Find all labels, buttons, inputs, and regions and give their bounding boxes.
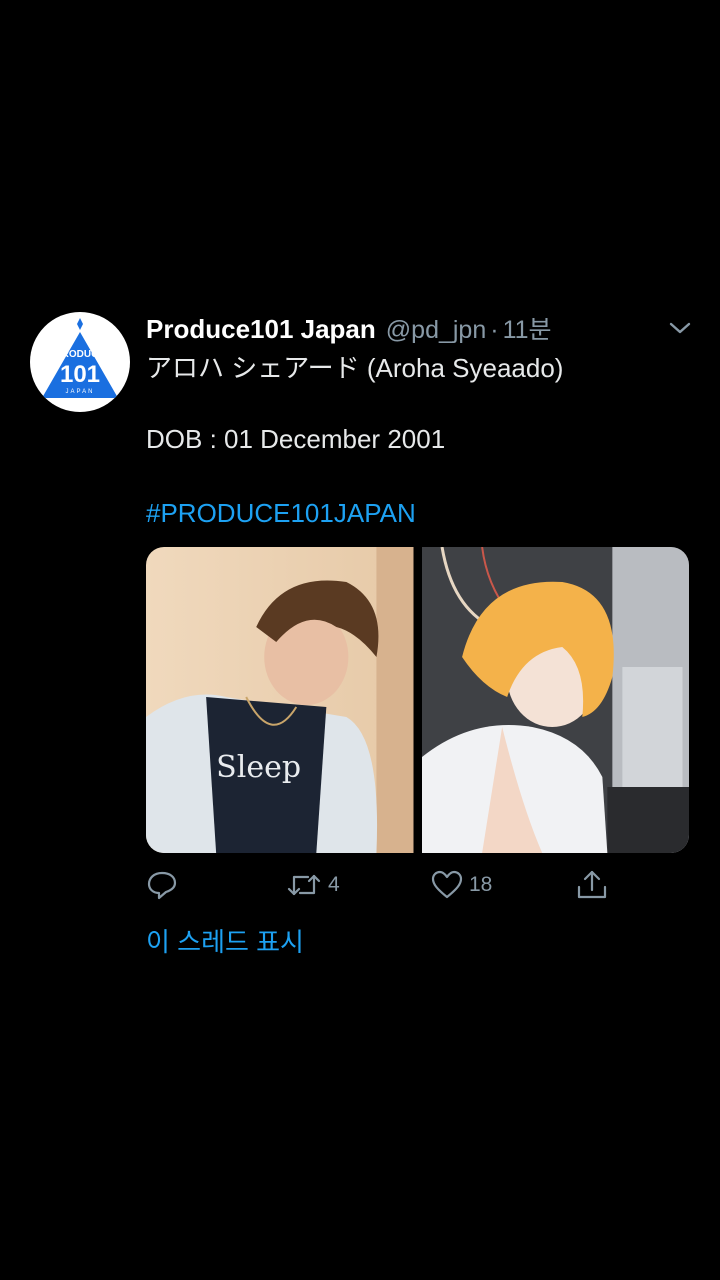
svg-text:PRODUCE: PRODUCE — [55, 349, 105, 360]
photo-right-image — [421, 547, 689, 853]
tweet-actions: 4 18 — [146, 870, 626, 904]
author-handle[interactable]: @pd_jpn — [386, 316, 486, 345]
svg-text:101: 101 — [60, 361, 100, 388]
reply-icon — [147, 871, 177, 900]
svg-text:Sleep: Sleep — [216, 750, 301, 785]
media-grid: Sleep — [146, 547, 689, 853]
separator-dot: · — [490, 316, 499, 344]
photo-left[interactable]: Sleep — [146, 547, 414, 853]
like-icon — [431, 870, 463, 899]
share-icon — [577, 870, 607, 899]
tweet-header: Produce101 Japan @pd_jpn · 11분 — [146, 310, 690, 346]
avatar[interactable]: PRODUCE 101 JAPAN — [30, 312, 130, 412]
timestamp[interactable]: 11분 — [503, 310, 552, 346]
tweet-dob-line: DOB : 01 December 2001 — [146, 424, 446, 454]
tweet-card[interactable]: PRODUCE 101 JAPAN Produce101 Japan @pd_j… — [0, 300, 720, 980]
tweet-text-line: アロハ シェアード (Aroha Syeaado) — [146, 353, 564, 383]
svg-text:JAPAN: JAPAN — [66, 389, 95, 395]
author-name[interactable]: Produce101 Japan — [146, 314, 376, 345]
like-count: 18 — [469, 873, 493, 896]
retweet-button[interactable]: 4 — [286, 870, 340, 900]
like-button[interactable]: 18 — [431, 870, 492, 900]
reply-button[interactable] — [146, 870, 184, 900]
retweet-icon — [287, 874, 321, 896]
photo-left-image: Sleep — [146, 547, 414, 853]
share-button[interactable] — [576, 870, 608, 900]
show-thread-link[interactable]: 이 스레드 표시 — [146, 922, 304, 959]
chevron-down-icon[interactable] — [668, 316, 692, 340]
retweet-count: 4 — [328, 873, 340, 896]
produce101-logo: PRODUCE 101 JAPAN — [42, 318, 118, 398]
hashtag-link[interactable]: #PRODUCE101JAPAN — [146, 498, 416, 529]
photo-right[interactable] — [421, 547, 689, 853]
